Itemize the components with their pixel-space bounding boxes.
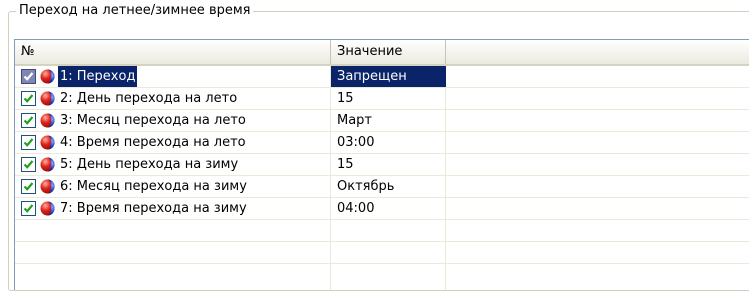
table-row[interactable]: 6: Месяц перехода на зиму Октябрь — [15, 176, 749, 198]
groupbox-title: Переход на летнее/зимнее время — [16, 3, 254, 19]
row-value[interactable]: 03:00 — [331, 132, 446, 153]
row-value[interactable]: Запрещен — [331, 66, 446, 87]
row-name: 4: Время перехода на лето — [60, 135, 246, 150]
row-checkbox[interactable] — [21, 179, 36, 194]
row-value[interactable]: 04:00 — [331, 198, 446, 219]
settings-listview[interactable]: № Значение 1: Переход Запрещен 2: День пер… — [14, 39, 749, 290]
column-header-num[interactable]: № — [15, 40, 331, 64]
row-name: 2: День перехода на лето — [60, 91, 238, 106]
checkmark-icon — [23, 204, 34, 213]
row-value[interactable]: 15 — [331, 154, 446, 175]
table-row[interactable]: 2: День перехода на лето 15 — [15, 88, 749, 110]
table-row[interactable]: 5: День перехода на зиму 15 — [15, 154, 749, 176]
row-name: 6: Месяц перехода на зиму — [60, 179, 247, 194]
row-checkbox[interactable] — [21, 91, 36, 106]
table-row[interactable]: 7: Время перехода на зиму 04:00 — [15, 198, 749, 220]
checkmark-icon — [23, 72, 34, 81]
column-header-value[interactable]: Значение — [331, 40, 446, 64]
row-name: 7: Время перехода на зиму — [60, 201, 247, 216]
table-row[interactable]: 3: Месяц перехода на лето Март — [15, 110, 749, 132]
row-value[interactable]: Октябрь — [331, 176, 446, 197]
status-ball-icon — [40, 69, 55, 84]
row-checkbox[interactable] — [21, 113, 36, 128]
empty-row — [15, 220, 749, 242]
empty-row — [15, 242, 749, 264]
column-header-empty[interactable] — [446, 40, 749, 64]
checkmark-icon — [23, 160, 34, 169]
row-checkbox[interactable] — [21, 135, 36, 150]
row-name: 3: Месяц перехода на лето — [60, 113, 246, 128]
checkmark-icon — [23, 94, 34, 103]
row-name: 5: День перехода на зиму — [60, 157, 239, 172]
row-name: 1: Переход — [58, 66, 138, 87]
list-header: № Значение — [15, 40, 749, 66]
checkmark-icon — [23, 182, 34, 191]
status-ball-icon — [40, 135, 55, 150]
status-ball-icon — [40, 157, 55, 172]
row-checkbox[interactable] — [21, 201, 36, 216]
row-value[interactable]: Март — [331, 110, 446, 131]
row-checkbox[interactable] — [21, 69, 36, 84]
table-row[interactable]: 4: Время перехода на лето 03:00 — [15, 132, 749, 154]
checkmark-icon — [23, 138, 34, 147]
row-value[interactable]: 15 — [331, 88, 446, 109]
status-ball-icon — [40, 201, 55, 216]
status-ball-icon — [40, 113, 55, 128]
row-checkbox[interactable] — [21, 157, 36, 172]
table-row[interactable]: 1: Переход Запрещен — [15, 66, 749, 88]
checkmark-icon — [23, 116, 34, 125]
status-ball-icon — [40, 179, 55, 194]
status-ball-icon — [40, 91, 55, 106]
